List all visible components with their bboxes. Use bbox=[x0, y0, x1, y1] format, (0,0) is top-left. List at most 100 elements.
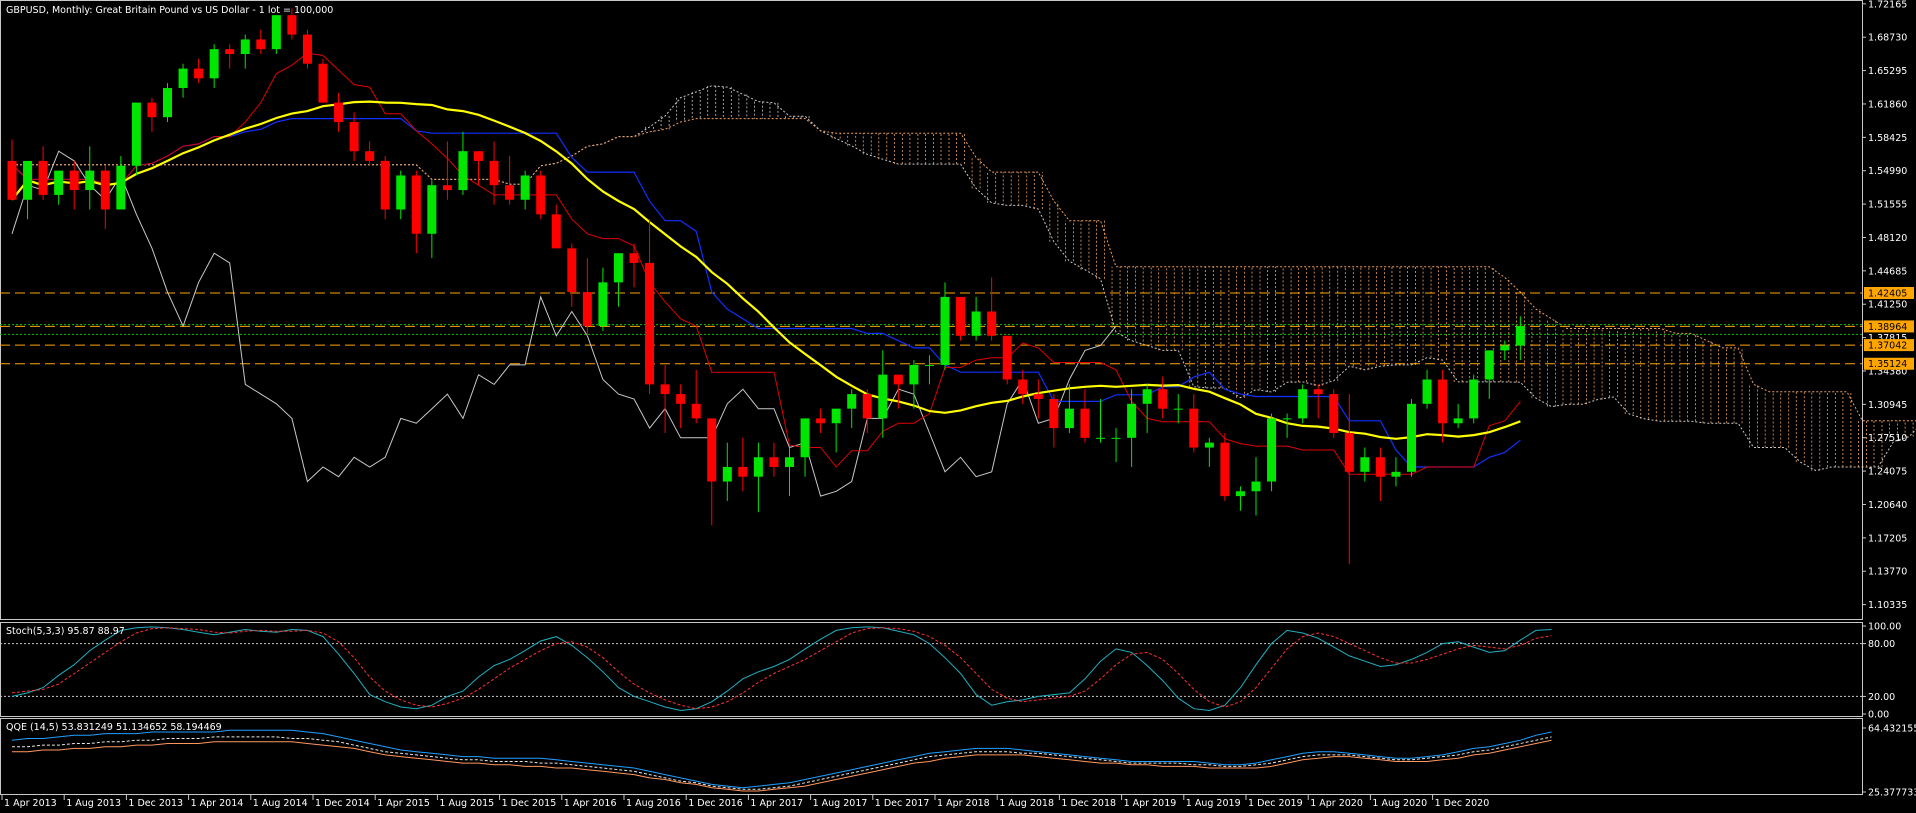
candle-body bbox=[256, 39, 266, 50]
candle-body bbox=[1391, 471, 1401, 477]
candle-body bbox=[178, 68, 188, 89]
candle-body bbox=[1111, 437, 1121, 439]
time-tick-label: 1 Aug 2014 bbox=[253, 798, 308, 809]
candle-body bbox=[1173, 408, 1183, 410]
time-axis: 1 Apr 2013 1 Aug 2013 1 Dec 2013 1 Apr 2014… bbox=[1, 795, 1490, 809]
pane-tick-label: 80.00 bbox=[1868, 639, 1895, 650]
price-tick-label: 1.30945 bbox=[1868, 400, 1907, 411]
time-tick-label: 1 Aug 2015 bbox=[439, 798, 494, 809]
time-tick-label: 1 Dec 2013 bbox=[128, 798, 183, 809]
candle-body bbox=[1002, 335, 1012, 380]
candle-body bbox=[69, 170, 79, 191]
stoch-pane-frame bbox=[0, 622, 1863, 717]
candle-body bbox=[23, 160, 33, 200]
candle-body bbox=[660, 384, 670, 395]
stoch-title: Stoch(5,3,3) 95.87 88.97 bbox=[6, 626, 125, 637]
price-tick-label: 1.61860 bbox=[1868, 99, 1907, 110]
candle-body bbox=[1127, 403, 1137, 438]
candle-body bbox=[940, 296, 950, 365]
candle-body bbox=[474, 151, 483, 161]
price-tick-label: 1.27510 bbox=[1868, 433, 1907, 444]
price-tick-label: 1.41250 bbox=[1868, 300, 1907, 311]
candle-body bbox=[194, 68, 204, 79]
candle-body bbox=[536, 175, 546, 215]
time-tick-label: 1 Dec 2015 bbox=[502, 798, 557, 809]
candle-body bbox=[738, 466, 748, 477]
candle-body bbox=[1422, 379, 1432, 404]
candle-body bbox=[520, 175, 530, 200]
candle-body bbox=[769, 457, 779, 467]
candle-body bbox=[551, 214, 561, 249]
time-tick-label: 1 Dec 2020 bbox=[1435, 798, 1490, 809]
candle-body bbox=[1282, 418, 1292, 420]
price-axis: 1.72165 1.68730 1.65295 1.61860 1.58425 1.549… bbox=[1862, 0, 1914, 611]
candle-body bbox=[956, 296, 966, 336]
price-tick-label: 1.13770 bbox=[1868, 567, 1907, 578]
candle-body bbox=[1515, 326, 1525, 346]
pane-tick-label: 0.00 bbox=[1868, 710, 1889, 721]
candle-body bbox=[1018, 379, 1028, 395]
candle-body bbox=[987, 311, 997, 336]
candle-body bbox=[1407, 403, 1416, 472]
chart-canvas[interactable]: 1.72165 1.68730 1.65295 1.61860 1.58425 1.549… bbox=[0, 0, 1916, 813]
candle-body bbox=[909, 364, 919, 385]
candle-body bbox=[442, 185, 452, 191]
candle-body bbox=[147, 102, 157, 118]
candle-body bbox=[1438, 379, 1448, 424]
time-tick-label: 1 Aug 2013 bbox=[66, 798, 121, 809]
candle-body bbox=[1064, 408, 1074, 429]
candle-body bbox=[691, 403, 701, 419]
price-tick-label: 1.48120 bbox=[1868, 233, 1907, 244]
candle-body bbox=[753, 457, 763, 477]
candle-body bbox=[1344, 432, 1354, 472]
time-tick-label: 1 Apr 2017 bbox=[750, 798, 803, 809]
candle-body bbox=[1049, 398, 1059, 429]
candle-body bbox=[847, 394, 857, 409]
price-line-label: 1.42405 bbox=[1868, 288, 1907, 299]
qqe-axis: 64.432155 25.377733 bbox=[1862, 724, 1916, 799]
candle-body bbox=[816, 418, 826, 424]
pane-tick-label: 20.00 bbox=[1868, 692, 1895, 703]
candle-body bbox=[1204, 442, 1214, 448]
candle-body bbox=[893, 374, 903, 385]
candle-body bbox=[100, 170, 110, 210]
candle-body bbox=[598, 282, 608, 327]
time-tick-label: 1 Aug 2019 bbox=[1186, 798, 1241, 809]
candle-body bbox=[54, 170, 64, 195]
price-tick-label: 1.65295 bbox=[1868, 66, 1907, 77]
candle-body bbox=[785, 457, 794, 467]
qqe-title: QQE (14,5) 53.831249 51.134652 58.194469 bbox=[6, 722, 222, 733]
candle-body bbox=[38, 160, 48, 195]
price-tick-label: 1.17205 bbox=[1868, 533, 1907, 544]
candle-body bbox=[1329, 394, 1339, 433]
candle-body bbox=[318, 63, 328, 103]
candle-body bbox=[1469, 379, 1479, 419]
time-tick-label: 1 Aug 2020 bbox=[1372, 798, 1427, 809]
candle-body bbox=[567, 248, 577, 293]
candle-body bbox=[365, 151, 375, 161]
candle-body bbox=[209, 49, 219, 79]
candle-body bbox=[862, 394, 872, 419]
candle-body bbox=[349, 122, 359, 152]
candle-body bbox=[271, 15, 281, 50]
time-tick-label: 1 Apr 2013 bbox=[4, 798, 57, 809]
candle-body bbox=[240, 39, 250, 55]
candle-body bbox=[707, 418, 717, 482]
price-tick-label: 1.58425 bbox=[1868, 133, 1907, 144]
chart-title: GBPUSD, Monthly: Great Britain Pound vs … bbox=[6, 5, 333, 16]
price-tick-label: 1.20640 bbox=[1868, 500, 1907, 511]
candle-body bbox=[582, 292, 592, 327]
candle-body bbox=[676, 394, 686, 404]
candle-body bbox=[1189, 408, 1199, 448]
candle-body bbox=[427, 185, 437, 234]
time-tick-label: 1 Dec 2014 bbox=[315, 798, 370, 809]
candle-body bbox=[1096, 437, 1105, 439]
pane-tick-label: 25.377733 bbox=[1868, 788, 1916, 799]
candle-body bbox=[302, 34, 312, 64]
time-tick-label: 1 Dec 2018 bbox=[1061, 798, 1116, 809]
candle-body bbox=[85, 170, 95, 191]
candle-body bbox=[1484, 350, 1494, 380]
candle-body bbox=[489, 160, 499, 186]
time-tick-label: 1 Dec 2017 bbox=[875, 798, 930, 809]
time-tick-label: 1 Apr 2014 bbox=[191, 798, 244, 809]
